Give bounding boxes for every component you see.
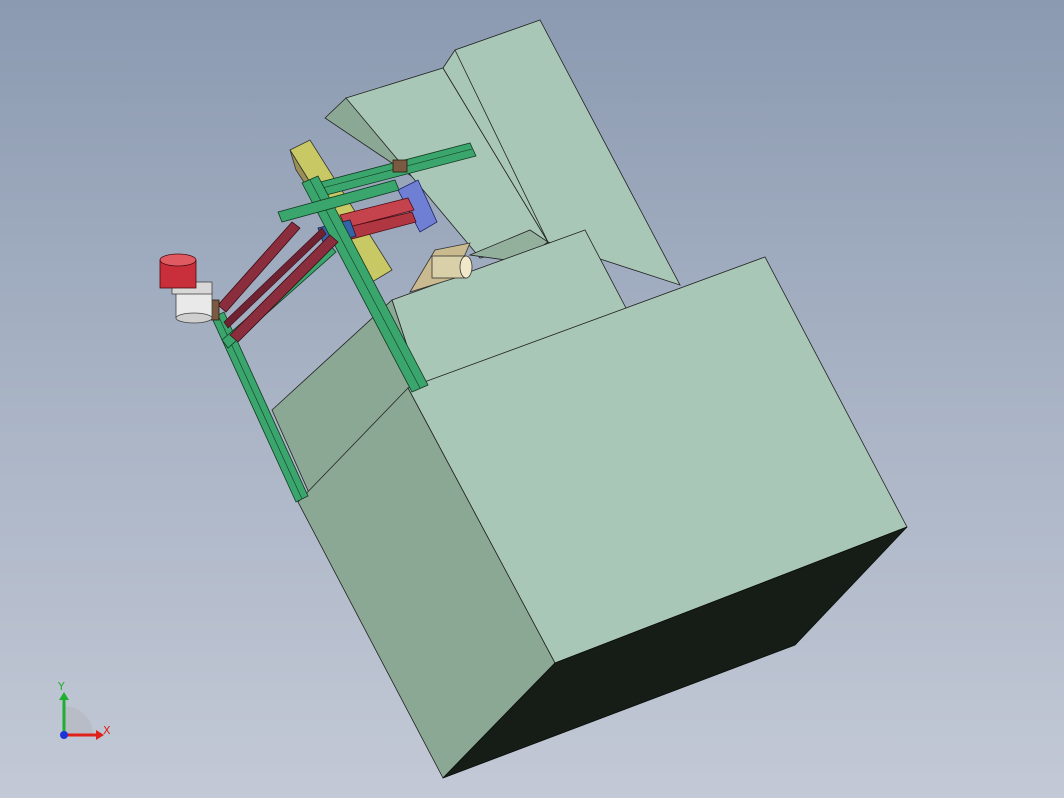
cad-3d-viewport[interactable]: X Y <box>0 0 1064 798</box>
lamp-base-bottom <box>175 312 213 324</box>
diagonal-beams[interactable] <box>217 221 339 343</box>
lamp-red-top <box>159 253 197 267</box>
signal-tower-lamp[interactable] <box>159 253 213 324</box>
upper-column[interactable] <box>324 19 681 286</box>
clamp-plate-right <box>392 159 408 173</box>
view-orientation-triad[interactable]: X Y <box>57 680 111 740</box>
triad-arc <box>64 706 93 735</box>
triad-z-axis <box>60 731 68 739</box>
triad-y-arrow <box>59 692 69 700</box>
triad-y-label: Y <box>57 680 65 693</box>
triad-x-label: X <box>103 724 111 737</box>
cad-model-canvas[interactable]: X Y <box>0 0 1064 798</box>
cylinder-end <box>459 255 473 279</box>
